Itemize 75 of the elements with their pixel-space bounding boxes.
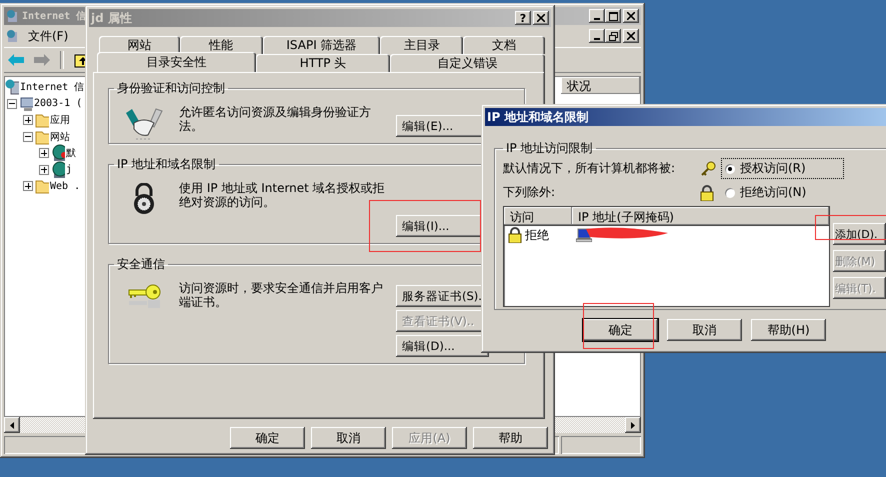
folder-icon (35, 112, 49, 128)
server-globe-icon (5, 79, 19, 95)
dialog-button[interactable]: 取消 (667, 319, 742, 341)
tab[interactable]: 目录安全性 (97, 52, 256, 72)
tree-item[interactable]: Web . (50, 180, 80, 192)
tab[interactable]: 主目录 (380, 36, 464, 54)
dialog-title: IP 地址和域名限制 (487, 108, 588, 126)
close-icon (627, 32, 635, 40)
close-icon (537, 14, 545, 22)
globe-icon (51, 160, 65, 178)
scroll-left-button[interactable] (4, 417, 20, 433)
tree-item[interactable]: 网站 (50, 130, 70, 144)
tree-item[interactable]: j (66, 164, 72, 175)
tab[interactable]: HTTP 头 (256, 54, 390, 72)
left-arrow-icon (10, 422, 14, 428)
key-icon (700, 160, 716, 176)
group-title: 安全通信 (116, 256, 166, 273)
tree-item[interactable]: 2003-1 ( (34, 98, 82, 109)
handshake-icon (124, 107, 164, 141)
dialog-button[interactable]: 帮助 (473, 427, 548, 449)
dialog-button[interactable]: 帮助(H) (751, 319, 826, 341)
dialog-title: jd 属性 (91, 10, 132, 26)
list-button[interactable]: 添加(D). (833, 223, 886, 245)
maximize-icon (608, 12, 618, 20)
minimize-button[interactable] (589, 29, 605, 43)
radio-button[interactable] (724, 186, 736, 198)
column-header[interactable]: 访问 (504, 207, 572, 225)
group-description: 允许匿名访问资源及编辑身份验证方法。 (179, 104, 372, 135)
option-label: 下列除外: (503, 184, 556, 201)
combination-padlock-icon (132, 183, 156, 215)
window-title: Internet 信 (22, 10, 86, 23)
annotation-overlay (583, 303, 654, 349)
dialog-button[interactable]: 取消 (311, 427, 386, 449)
restore-icon (608, 32, 618, 40)
option-label: 默认情况下，所有计算机都将被: (503, 160, 676, 177)
group-description: 使用 IP 地址或 Internet 域名授权或拒绝对资源的访问。 (179, 180, 386, 211)
table-cell: 拒绝 (525, 226, 549, 244)
right-arrow-icon (631, 422, 635, 428)
computer-icon (19, 96, 33, 112)
scroll-right-button[interactable] (625, 417, 641, 433)
expander-icon[interactable] (23, 132, 33, 142)
restore-button[interactable] (605, 29, 621, 43)
group-title: IP 地址和域名限制 (116, 156, 217, 173)
folder-icon (35, 128, 49, 144)
radio-option[interactable]: 拒绝访问(N) (722, 183, 843, 202)
expander-icon[interactable] (39, 164, 49, 174)
annotation-overlay (815, 215, 886, 240)
column-header[interactable]: 状况 (561, 77, 640, 94)
tab[interactable]: 文档 (463, 36, 545, 54)
expander-icon[interactable] (39, 148, 49, 158)
console-app-icon (6, 29, 20, 43)
globe-icon (51, 144, 65, 162)
menu-item[interactable]: 文件(F) (28, 28, 68, 44)
close-icon (627, 12, 635, 20)
radio-button[interactable] (724, 162, 736, 174)
dialog-button[interactable]: 确定 (230, 427, 305, 449)
tree-item[interactable]: 应用 (50, 113, 70, 127)
expander-icon[interactable] (23, 115, 33, 125)
group-title: IP 地址访问限制 (505, 140, 594, 157)
radio-option[interactable]: 授权访问(R) (722, 159, 843, 178)
tree-item[interactable]: 默 (66, 146, 76, 160)
column-header[interactable]: IP 地址(子网掩码) (572, 207, 829, 225)
console-app-icon (6, 9, 20, 23)
tab[interactable]: 自定义错误 (390, 54, 546, 72)
padlock-icon (700, 184, 714, 200)
tree-item[interactable]: Internet 信 (20, 80, 84, 94)
expander-icon[interactable] (7, 98, 17, 108)
expander-icon[interactable] (23, 181, 33, 191)
tab[interactable]: ISAPI 筛选器 (262, 36, 380, 54)
computer-icon (576, 228, 592, 242)
key-icon (127, 283, 161, 309)
group-title: 身份验证和访问控制 (116, 80, 226, 97)
close-button[interactable] (623, 29, 639, 43)
folder-icon (35, 178, 49, 194)
group-description: 访问资源时，要求安全通信并启用客户端证书。 (179, 280, 384, 311)
